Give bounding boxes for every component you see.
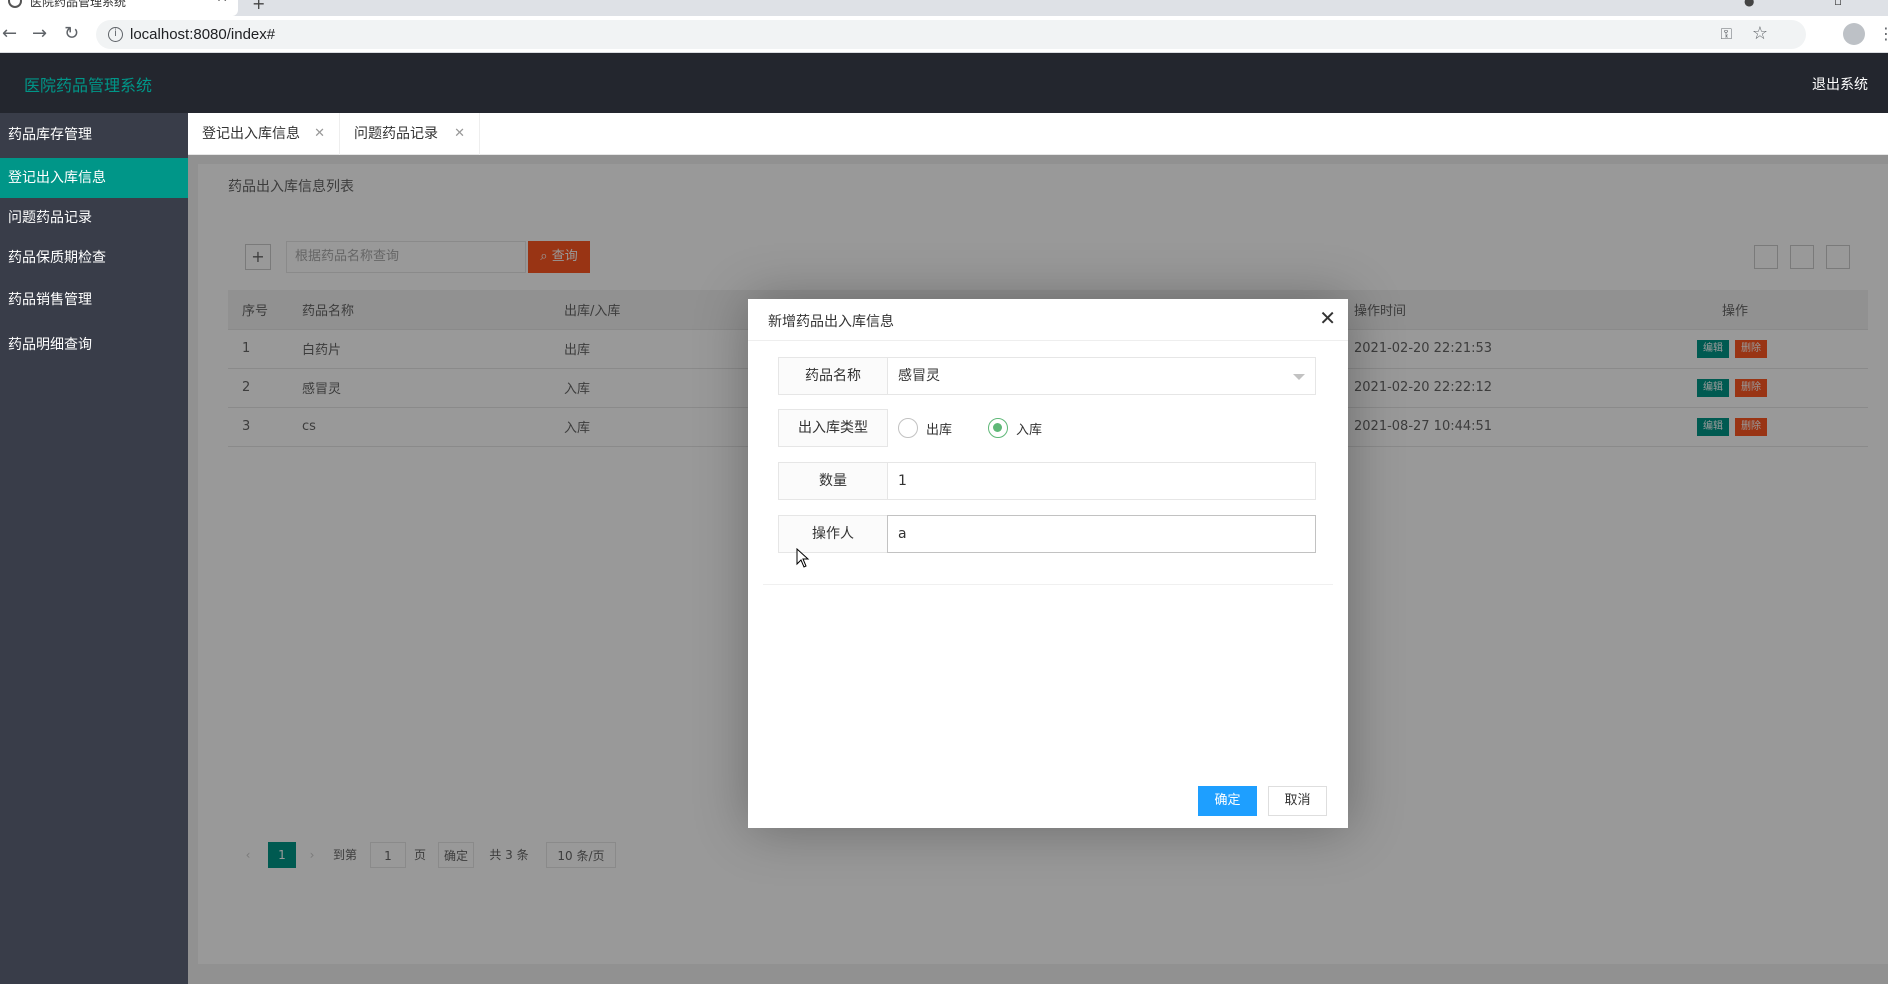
form-row-operator: 操作人 a [778,515,1316,553]
operator-label: 操作人 [778,515,888,553]
new-tab-icon[interactable]: + [252,0,265,13]
add-stock-dialog: 新增药品出入库信息 ✕ 药品名称 感冒灵 出入库类型 出库 入库 数量 1 操作… [748,299,1348,828]
confirm-button[interactable]: 确定 [1198,786,1257,816]
sidebar-item-inventory[interactable]: 药品库存管理 [0,113,188,158]
dialog-title: 新增药品出入库信息 [768,314,894,330]
radio-out[interactable] [898,418,918,438]
cancel-button[interactable]: 取消 [1268,786,1327,816]
site-icon [8,0,22,8]
radio-out-label[interactable]: 出库 [926,419,952,438]
back-icon[interactable]: ← [2,23,17,44]
browser-tabstrip: 医院药品管理系统 ✕ + ● ▫ [0,0,1888,16]
url-text[interactable]: localhost:8080/index# [130,26,275,43]
browser-toolbar: ← → ↻ i localhost:8080/index# ⚿ ☆ ⋮ [0,16,1888,53]
form-row-drug-name: 药品名称 感冒灵 [778,357,1316,395]
address-bar[interactable]: i localhost:8080/index# ⚿ ☆ [96,20,1806,49]
sidebar: 药品库存管理 登记出入库信息 问题药品记录 药品保质期检查 药品销售管理 药品明… [0,113,188,984]
type-label: 出入库类型 [778,409,888,447]
quantity-label: 数量 [778,462,888,500]
browser-tab[interactable]: 医院药品管理系统 ✕ [0,0,238,16]
minimize-icon[interactable]: ▫ [1834,0,1842,8]
app-header: 医院药品管理系统 退出系统 [0,53,1888,113]
app-title: 医院药品管理系统 [24,76,153,95]
info-icon[interactable]: i [108,27,123,42]
forward-icon[interactable]: → [32,23,47,44]
tab-problem-drugs[interactable]: 问题药品记录 ✕ [340,113,480,155]
sidebar-item-expiry-check[interactable]: 药品保质期检查 [0,238,188,278]
drug-name-label: 药品名称 [778,357,888,395]
drug-name-value: 感冒灵 [898,368,940,384]
browser-menu-icon[interactable]: ⋮ [1878,24,1888,43]
extension-icon[interactable]: ● [1744,0,1754,8]
sidebar-item-problem-drugs[interactable]: 问题药品记录 [0,198,188,238]
close-tab-icon[interactable]: ✕ [314,113,325,155]
sidebar-item-sales[interactable]: 药品销售管理 [0,278,188,323]
logout-link[interactable]: 退出系统 [1812,74,1868,94]
key-icon[interactable]: ⚿ [1721,25,1732,43]
sidebar-item-stock-register[interactable]: 登记出入库信息 [0,158,188,198]
form-divider [763,584,1333,585]
operator-input[interactable]: a [887,515,1316,553]
profile-avatar[interactable] [1843,23,1865,45]
form-row-type: 出入库类型 出库 入库 [778,409,1316,447]
tab-label: 问题药品记录 [354,126,438,142]
browser-tab-title: 医院药品管理系统 [30,0,127,9]
dialog-header: 新增药品出入库信息 ✕ [748,299,1348,341]
form-row-quantity: 数量 1 [778,462,1316,500]
reload-icon[interactable]: ↻ [64,23,79,44]
bookmark-star-icon[interactable]: ☆ [1752,23,1768,44]
quantity-input[interactable]: 1 [887,462,1316,500]
tab-stock-register[interactable]: 登记出入库信息 ✕ [188,113,340,155]
radio-in[interactable] [988,418,1008,438]
sidebar-item-details[interactable]: 药品明细查询 [0,323,188,368]
chevron-down-icon[interactable] [1293,374,1305,380]
close-icon[interactable]: ✕ [1319,307,1336,329]
tab-label: 登记出入库信息 [202,126,300,142]
close-tab-icon[interactable]: ✕ [454,113,465,155]
drug-name-select[interactable]: 感冒灵 [887,357,1316,395]
page-tabbar: 登记出入库信息 ✕ 问题药品记录 ✕ [188,113,1888,155]
mouse-cursor-icon [796,548,810,568]
radio-in-label[interactable]: 入库 [1016,419,1042,438]
